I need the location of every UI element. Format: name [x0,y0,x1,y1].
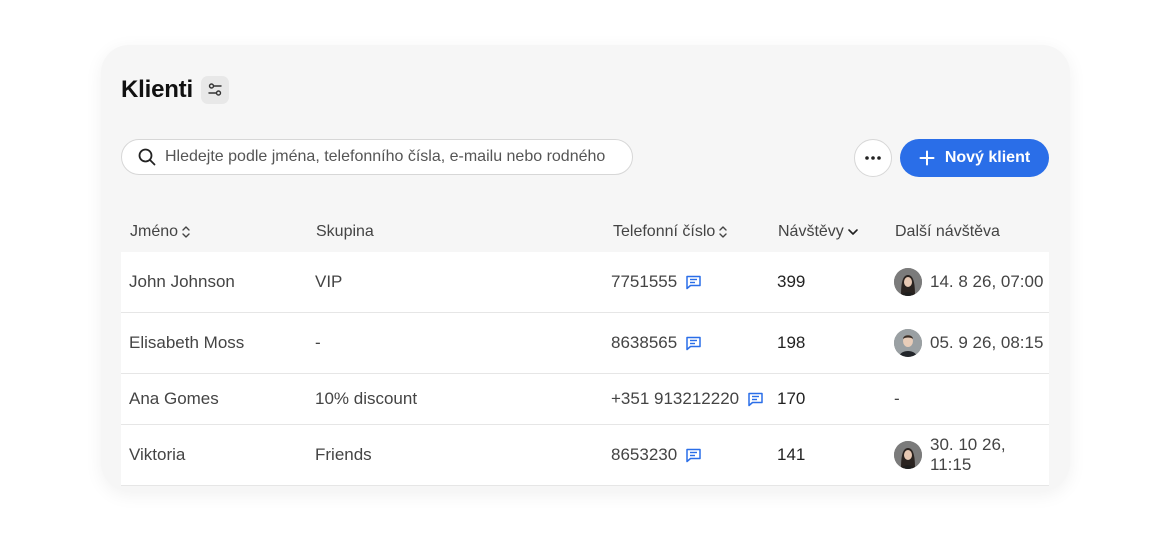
sliders-icon [208,83,222,96]
sort-icon [718,225,728,239]
client-name: John Johnson [129,272,235,291]
message-icon[interactable] [685,274,702,290]
page-title: Klienti [121,76,193,103]
client-next-visit: - [894,374,900,424]
phone-number: 8638565 [611,333,678,352]
client-name: Ana Gomes [129,389,219,408]
avatar [894,268,922,296]
message-icon[interactable] [685,447,702,463]
table-row[interactable]: Viktoria Friends 8653230 141 30. 10 26, … [121,425,1049,486]
clients-card: Klienti Hledejte podle jména, telefonníh… [101,45,1070,491]
filter-settings-button[interactable] [200,76,229,104]
table-row[interactable]: John Johnson VIP 7751555 399 14. 8 26, 0… [121,252,1049,313]
table-row[interactable]: Ana Gomes 10% discount +351 913212220 17… [121,374,1049,425]
column-label-name: Jméno [130,223,179,240]
client-next-visit: 30. 10 26, 11:15 [894,425,1049,485]
plus-icon [919,150,935,166]
avatar [894,441,922,469]
message-icon[interactable] [685,335,702,351]
client-visits: 170 [777,389,806,408]
column-header-name[interactable]: Jméno [130,223,191,241]
client-group: Friends [315,445,372,464]
new-client-button[interactable]: Nový klient [900,139,1049,177]
next-visit-time: 05. 9 26, 08:15 [930,333,1044,352]
client-phone: 8638565 [611,313,702,373]
column-header-phone[interactable]: Telefonní číslo [613,223,728,241]
table-header: Jméno Skupina Telefonní číslo Návštěvy D… [121,215,1049,252]
client-group: VIP [315,272,343,291]
avatar [894,329,922,357]
next-visit-time: - [894,389,900,408]
phone-number: 8653230 [611,445,678,464]
client-phone: 8653230 [611,425,702,485]
column-header-next-visit: Další návštěva [895,223,1000,241]
search-bar[interactable] [121,139,633,175]
client-visits: 198 [777,333,806,352]
more-options-button[interactable] [854,139,892,177]
client-name: Elisabeth Moss [129,333,245,352]
column-label-next-visit: Další návštěva [895,223,1000,240]
sort-icon [181,225,191,239]
client-next-visit: 14. 8 26, 07:00 [894,252,1043,312]
phone-number: +351 913212220 [611,389,740,408]
new-client-label: Nový klient [944,149,1031,166]
page-header: Klienti [121,76,229,104]
chevron-down-icon [847,226,859,238]
client-group: 10% discount [315,389,418,408]
message-icon[interactable] [747,391,764,407]
client-phone: 7751555 [611,252,702,312]
search-input[interactable] [165,148,620,166]
client-name: Viktoria [129,445,186,464]
phone-number: 7751555 [611,272,678,291]
column-header-group: Skupina [316,223,374,241]
column-label-visits: Návštěvy [778,223,844,240]
column-label-group: Skupina [316,223,374,240]
next-visit-time: 14. 8 26, 07:00 [930,272,1044,291]
table-row[interactable]: Elisabeth Moss - 8638565 198 05. 9 26, 0… [121,313,1049,374]
client-visits: 141 [777,445,806,464]
client-next-visit: 05. 9 26, 08:15 [894,313,1043,373]
next-visit-time: 30. 10 26, 11:15 [930,435,1006,474]
search-icon [137,147,157,167]
client-phone: +351 913212220 [611,374,764,424]
client-group: - [315,333,321,352]
column-header-visits[interactable]: Návštěvy [778,223,859,241]
more-horizontal-icon [865,156,881,160]
column-label-phone: Telefonní číslo [613,223,716,240]
clients-table: Jméno Skupina Telefonní číslo Návštěvy D… [121,215,1049,486]
client-visits: 399 [777,272,806,291]
